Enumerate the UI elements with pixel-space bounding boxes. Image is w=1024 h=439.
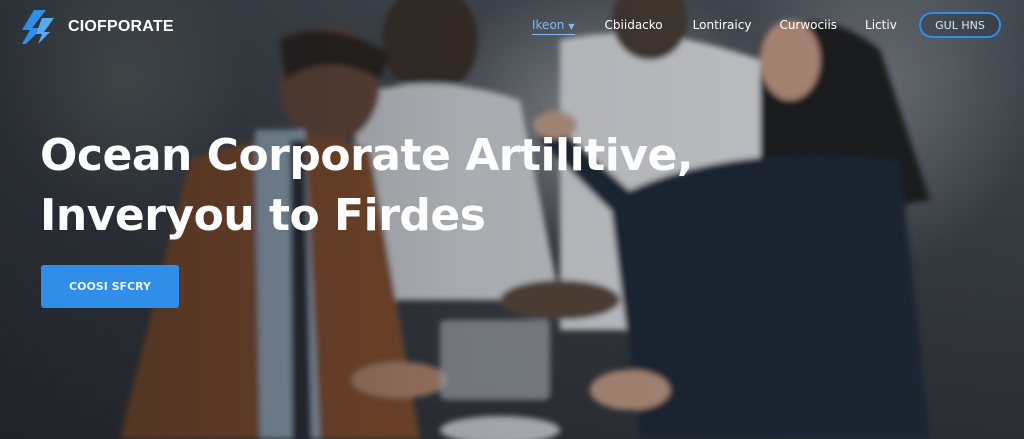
top-navbar: CIOFPORATE Ikeon ▼ Cbiidacko Lontiraicy C… bbox=[0, 0, 1024, 52]
nav-item-label: Ikeon bbox=[532, 18, 565, 32]
hero-cta-button[interactable]: COOSI SFCRY bbox=[41, 265, 179, 308]
nav-item-3[interactable]: Lontiraicy bbox=[693, 18, 752, 35]
headline-line-2: Inveryou to Firdes bbox=[40, 190, 486, 241]
nav-item-4[interactable]: Curwociis bbox=[779, 18, 837, 35]
brand-name: CIOFPORATE bbox=[68, 18, 174, 35]
nav-item-home[interactable]: Ikeon ▼ bbox=[532, 18, 575, 35]
nav-item-2[interactable]: Cbiidacko bbox=[605, 18, 663, 35]
headline-line-1: Ocean Corporate Artilitive, bbox=[40, 130, 694, 181]
hero-headline: Ocean Corporate Artilitive, Inveryou to … bbox=[40, 126, 694, 246]
nav-cta-button[interactable]: GUL HNS bbox=[919, 12, 1001, 38]
lightning-bolt-icon bbox=[22, 10, 54, 44]
brand-logo[interactable]: CIOFPORATE bbox=[20, 8, 174, 46]
nav-item-5[interactable]: Lictiv bbox=[865, 18, 897, 35]
chevron-down-icon: ▼ bbox=[568, 22, 575, 31]
hero-section: CIOFPORATE Ikeon ▼ Cbiidacko Lontiraicy C… bbox=[0, 0, 1024, 439]
nav-links: Ikeon ▼ Cbiidacko Lontiraicy Curwociis Li… bbox=[532, 18, 897, 35]
